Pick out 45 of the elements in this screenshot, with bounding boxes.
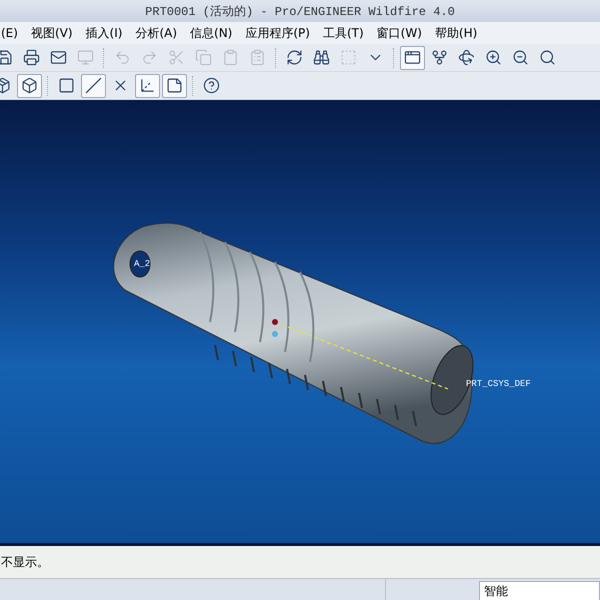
axis-icon <box>85 77 102 94</box>
cube-button[interactable] <box>17 74 42 98</box>
cube-icon <box>21 77 38 94</box>
menu-item[interactable]: 插入(I) <box>80 24 130 42</box>
window-icon <box>404 49 421 66</box>
binoculars-icon <box>313 49 330 66</box>
point-marker <box>272 331 278 337</box>
window-title: PRT0001 (活动的) - Pro/ENGINEER Wildfire 4.0 <box>0 0 600 22</box>
printer-icon <box>23 49 40 66</box>
rotate-icon <box>458 49 475 66</box>
mail-icon <box>50 49 67 66</box>
menu-item[interactable]: (E) <box>0 26 26 40</box>
window-button[interactable] <box>400 46 425 70</box>
clipboard-list-icon <box>249 49 266 66</box>
undo-icon <box>114 49 131 66</box>
search-icon <box>539 49 556 66</box>
menu-item[interactable]: 信息(N) <box>185 24 240 42</box>
csys-button[interactable] <box>135 74 160 98</box>
csys-icon <box>139 77 156 94</box>
scissors-icon <box>168 49 185 66</box>
note-icon <box>166 77 183 94</box>
menu-item[interactable]: 分析(A) <box>130 24 186 42</box>
plane-icon <box>58 77 75 94</box>
menu-item[interactable]: 帮助(H) <box>430 24 486 42</box>
message-text: 不显示。 <box>1 554 49 570</box>
dashed-box-icon <box>340 49 357 66</box>
regenerate-icon <box>286 49 303 66</box>
save-icon <box>0 49 13 66</box>
menu-item[interactable]: 工具(T) <box>318 24 372 42</box>
zoom-out-icon <box>512 49 529 66</box>
note-button[interactable] <box>162 74 187 98</box>
paste-icon <box>222 49 239 66</box>
monitor-icon <box>77 49 94 66</box>
menu-item[interactable]: 应用程序(P) <box>240 24 318 42</box>
copy-icon <box>195 49 212 66</box>
menu-item[interactable]: 视图(V) <box>26 24 81 42</box>
point-marker <box>272 319 278 325</box>
zoom-in-icon <box>485 49 502 66</box>
axis-button[interactable] <box>81 74 106 98</box>
help-icon <box>203 77 220 94</box>
filter-field[interactable]: 智能 <box>479 581 600 600</box>
menu-item[interactable]: 窗口(W) <box>372 24 430 42</box>
axis-label: A_2 <box>134 259 150 269</box>
fork-icon <box>431 49 448 66</box>
redo-icon <box>141 49 158 66</box>
